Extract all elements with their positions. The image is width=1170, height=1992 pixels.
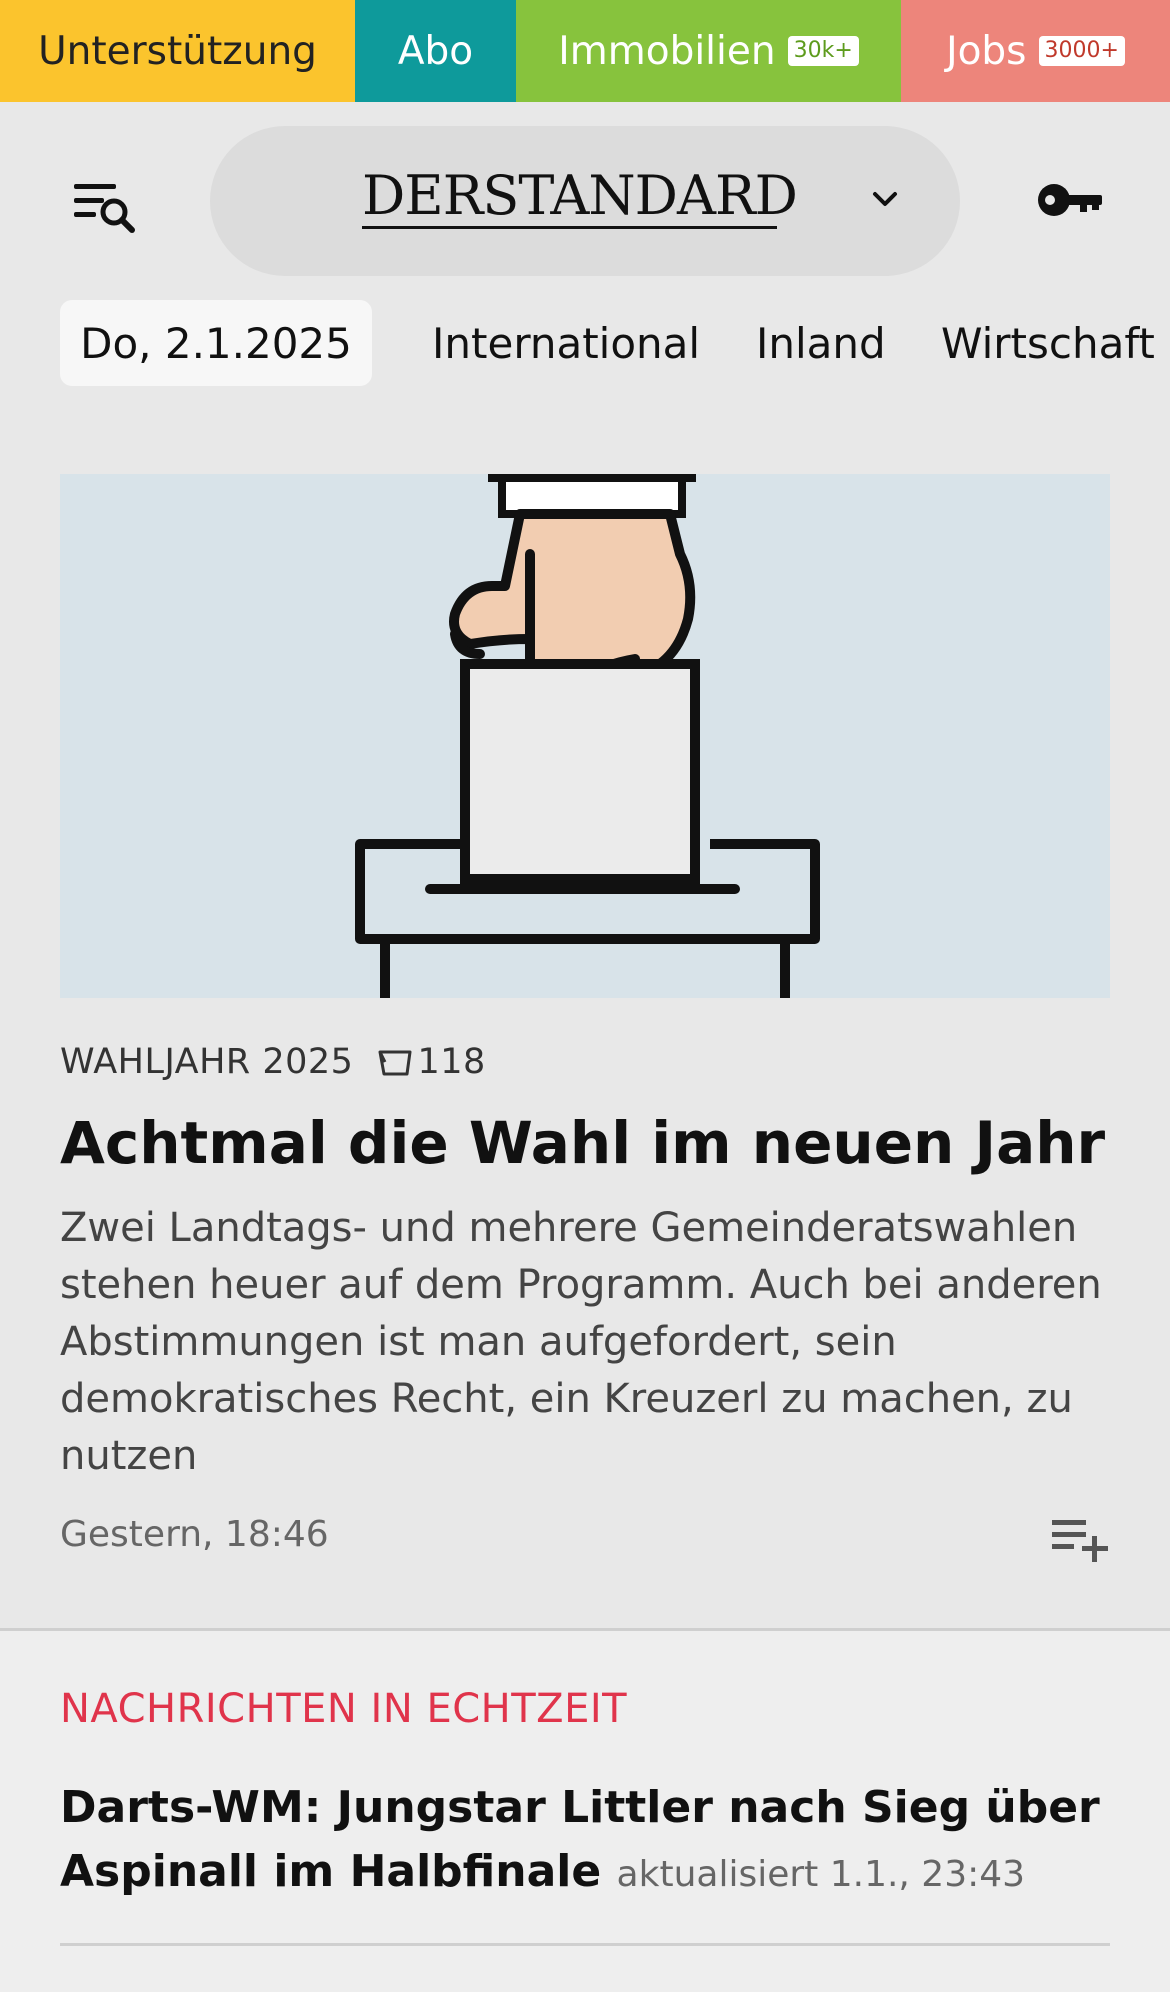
kicker-label: WAHLJAHR 2025: [60, 1042, 354, 1082]
nav-date-tab[interactable]: Do, 2.1.2025: [60, 300, 372, 386]
immobilien-badge: 30k+: [787, 36, 859, 66]
article-timestamp: Gestern, 18:46: [60, 1514, 329, 1555]
immobilien-tab[interactable]: Immobilien 30k+: [516, 0, 901, 102]
brand-logo[interactable]: DERSTANDARD: [362, 166, 798, 232]
top-bar: Unterstützung Abo Immobilien 30k+ Jobs 3…: [0, 0, 1170, 102]
comment-count[interactable]: 118: [417, 1042, 485, 1082]
abo-label: Abo: [397, 28, 474, 74]
live-section-title[interactable]: NACHRICHTEN IN ECHTZEIT: [60, 1686, 627, 1732]
nav-item-inland[interactable]: Inland: [756, 300, 886, 386]
article-teaser[interactable]: Zwei Landtags- und mehrere Gemeinderatsw…: [60, 1200, 1120, 1485]
jobs-label: Jobs: [946, 28, 1027, 74]
ballot-box-illustration: [355, 474, 820, 998]
live-news-updated: aktualisiert 1.1., 23:43: [616, 1854, 1026, 1895]
live-news-item[interactable]: Darts-WM: Jungstar Littler nach Sieg übe…: [60, 1776, 1120, 1907]
chevron-down-icon[interactable]: [870, 188, 900, 212]
jobs-tab[interactable]: Jobs 3000+: [901, 0, 1170, 102]
article-image[interactable]: [60, 474, 1110, 998]
immobilien-label: Immobilien: [558, 28, 776, 74]
nav-item-wirtschaft[interactable]: Wirtschaft: [941, 300, 1156, 386]
comment-icon[interactable]: [377, 1047, 413, 1077]
menu-search-icon[interactable]: [72, 178, 138, 238]
list-divider: [60, 1943, 1110, 1946]
playlist-add-icon[interactable]: [1050, 1516, 1112, 1562]
brand-underline: [362, 226, 777, 229]
support-tab[interactable]: Unterstützung: [0, 0, 355, 102]
article-kicker: WAHLJAHR 2025 118: [60, 1042, 486, 1082]
nav-item-international[interactable]: International: [432, 300, 700, 386]
support-label: Unterstützung: [38, 28, 317, 74]
article-headline[interactable]: Achtmal die Wahl im neuen Jahr: [60, 1108, 1120, 1178]
jobs-badge: 3000+: [1038, 36, 1125, 66]
abo-tab[interactable]: Abo: [355, 0, 516, 102]
key-icon[interactable]: [1036, 180, 1104, 220]
